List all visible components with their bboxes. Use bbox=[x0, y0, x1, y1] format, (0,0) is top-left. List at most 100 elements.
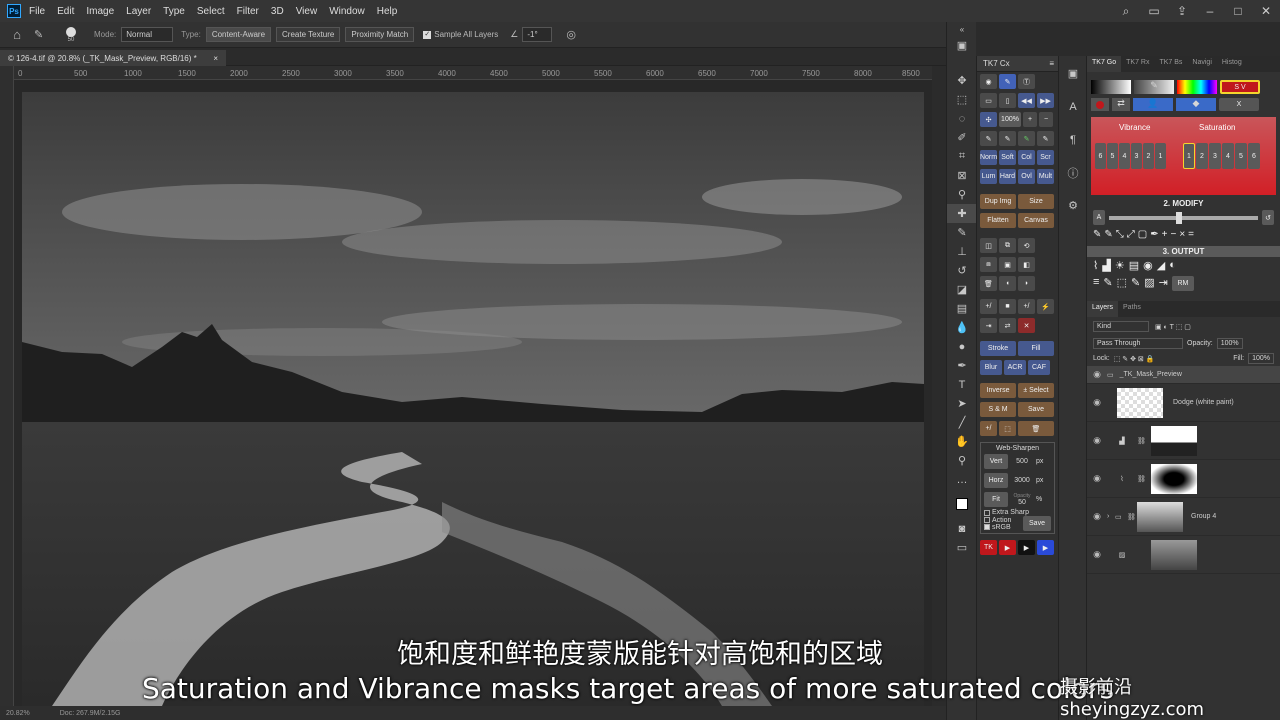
layer-row[interactable]: ◉ ▭ _TK_Mask_Preview bbox=[1087, 366, 1280, 384]
minimize-icon[interactable]: – bbox=[1196, 4, 1224, 18]
tk-button[interactable]: TK bbox=[980, 540, 997, 555]
contract-icon[interactable]: ⤢ bbox=[1127, 229, 1135, 240]
camera-icon[interactable]: ◉ bbox=[1143, 259, 1153, 272]
x-button[interactable]: X bbox=[1219, 98, 1259, 111]
inverse-button[interactable]: Inverse bbox=[980, 383, 1016, 398]
gradient-tool-icon[interactable]: ▤ bbox=[947, 299, 977, 318]
history-icon[interactable]: ▣ bbox=[1059, 64, 1087, 83]
document-tab[interactable]: © 126-4.tif @ 20.8% (_TK_Mask_Preview, R… bbox=[0, 49, 226, 68]
blend-color-button[interactable]: Col bbox=[1018, 150, 1035, 165]
paint-icon[interactable]: ✎ bbox=[1103, 276, 1112, 291]
plus-minus-brush-icon[interactable]: +/ bbox=[1018, 299, 1035, 314]
close-tab-icon[interactable]: × bbox=[213, 54, 218, 63]
tk-logo-icon[interactable]: Ⓣ bbox=[1018, 74, 1035, 89]
properties-icon[interactable]: ⚙ bbox=[1059, 196, 1087, 215]
eye-icon[interactable]: ◉ bbox=[1087, 549, 1107, 560]
menu-file[interactable]: File bbox=[29, 6, 45, 17]
healing-brush-tool-icon[interactable]: ✚ bbox=[947, 204, 977, 223]
vibrance-4-button[interactable]: 4 bbox=[1119, 143, 1130, 169]
vert-button[interactable]: Vert bbox=[984, 454, 1008, 469]
brush-preset-picker[interactable]: 50 bbox=[56, 26, 86, 43]
vert-value[interactable]: 500 bbox=[1010, 458, 1034, 465]
color-swatches-icon[interactable] bbox=[947, 489, 977, 519]
minus-icon[interactable]: − bbox=[1039, 112, 1053, 127]
tab-navigator[interactable]: Navigi bbox=[1187, 56, 1216, 72]
eye-icon[interactable]: ◉ bbox=[1087, 397, 1107, 408]
fit-button[interactable]: Fit bbox=[984, 492, 1008, 507]
plus-select-button[interactable]: ± Select bbox=[1018, 383, 1054, 398]
tab-histogram[interactable]: Histog bbox=[1217, 56, 1247, 72]
expand-group-icon[interactable]: › bbox=[1107, 513, 1115, 520]
stamp-icon[interactable]: ▣ bbox=[999, 257, 1016, 272]
vibrance-6-button[interactable]: 6 bbox=[1095, 143, 1106, 169]
film-icon[interactable]: ▤ bbox=[1129, 259, 1139, 272]
lasso-tool-icon[interactable]: ◌ bbox=[947, 109, 977, 128]
canvas-button[interactable]: Canvas bbox=[1018, 213, 1054, 228]
delete-selection-icon[interactable]: 🗑 bbox=[1018, 421, 1054, 436]
angle-field[interactable]: -1° bbox=[522, 27, 553, 42]
opacity-value[interactable]: 50 bbox=[1018, 499, 1026, 506]
menu-view[interactable]: View bbox=[296, 6, 318, 17]
history-brush-tool-icon[interactable]: ↺ bbox=[947, 261, 977, 280]
menu-3d[interactable]: 3D bbox=[271, 6, 284, 17]
fill-value[interactable]: 100% bbox=[1248, 353, 1274, 364]
eye-icon[interactable]: ◉ bbox=[1087, 369, 1107, 380]
menu-filter[interactable]: Filter bbox=[237, 6, 259, 17]
tab-tk7-bs[interactable]: TK7 Bs bbox=[1154, 56, 1187, 72]
group-icon[interactable]: ◖ bbox=[999, 276, 1016, 291]
line-tool-icon[interactable]: ╱ bbox=[947, 413, 977, 432]
blend-luminosity-button[interactable]: Lum bbox=[980, 169, 997, 184]
frame-icon[interactable]: ▢ bbox=[1138, 229, 1147, 240]
quick-select-tool-icon[interactable]: ✐ bbox=[947, 128, 977, 147]
a-button[interactable]: A bbox=[1093, 210, 1105, 225]
paint-black-icon[interactable]: ✎ bbox=[1131, 276, 1140, 291]
frame-tool-icon[interactable]: ⊠ bbox=[947, 166, 977, 185]
opacity-value[interactable]: 100% bbox=[1216, 338, 1243, 349]
vibrance-2-button[interactable]: 2 bbox=[1143, 143, 1154, 169]
acr-button[interactable]: ACR bbox=[1004, 360, 1026, 375]
workspace-icon[interactable]: ▭ bbox=[1140, 4, 1168, 18]
dodge-tool-icon[interactable]: ● bbox=[947, 337, 977, 356]
blend-mode-select[interactable]: Pass Through bbox=[1093, 338, 1183, 349]
extra-sharp-checkbox[interactable]: Extra Sharp bbox=[984, 509, 1051, 516]
size-button[interactable]: Size bbox=[1018, 194, 1054, 209]
brush-grey-icon[interactable]: ✎ bbox=[1037, 131, 1054, 146]
half-circle-icon[interactable]: ◐ bbox=[1169, 259, 1176, 272]
layers-stack-icon[interactable]: ◆ bbox=[1176, 98, 1216, 111]
tab-layers[interactable]: Layers bbox=[1087, 301, 1119, 317]
folder-icon[interactable]: ▭ bbox=[980, 93, 997, 108]
merge-icon[interactable]: ⧈ bbox=[980, 257, 997, 272]
pen-tool-icon[interactable]: ✒ bbox=[947, 356, 977, 375]
plus-minus-icon[interactable]: +/ bbox=[980, 299, 997, 314]
saturation-2-button[interactable]: 2 bbox=[1196, 143, 1208, 169]
dup-img-button[interactable]: Dup Img bbox=[980, 194, 1016, 209]
lock-icons[interactable]: ⬚ ✎ ✥ ⊠ 🔒 bbox=[1114, 355, 1155, 363]
panel-toggle-icon[interactable]: ▣ bbox=[947, 36, 977, 55]
play-black-icon[interactable]: ▶ bbox=[1018, 540, 1035, 555]
blend-soft-button[interactable]: Soft bbox=[999, 150, 1016, 165]
selection-icon[interactable]: ⬚ bbox=[999, 421, 1016, 436]
expand-icon[interactable]: ⤡ bbox=[1116, 229, 1124, 240]
pressure-icon[interactable]: ◎ bbox=[566, 28, 576, 41]
pen-icon[interactable]: ✒ bbox=[1150, 229, 1158, 240]
zoom-level[interactable]: 20.82% bbox=[6, 710, 30, 717]
share-icon[interactable]: ⇪ bbox=[1168, 4, 1196, 18]
blur-tool-icon[interactable]: 💧 bbox=[947, 318, 977, 337]
layer-icon[interactable]: ◫ bbox=[980, 238, 997, 253]
close-icon[interactable]: ✕ bbox=[1252, 4, 1280, 18]
menu-type[interactable]: Type bbox=[163, 6, 185, 17]
content-aware-button[interactable]: Content-Aware bbox=[205, 27, 272, 42]
copy-layer-icon[interactable]: ⧉ bbox=[999, 238, 1016, 253]
eye-icon[interactable]: ◉ bbox=[1087, 473, 1107, 484]
menu-help[interactable]: Help bbox=[377, 6, 398, 17]
user-icon[interactable]: 👤 bbox=[1133, 98, 1173, 111]
home-icon[interactable]: ⌂ bbox=[0, 27, 34, 42]
horz-button[interactable]: Horz bbox=[984, 473, 1008, 488]
mode-select[interactable]: Normal bbox=[121, 27, 174, 42]
luminosity-gradient-icon[interactable] bbox=[1091, 80, 1131, 94]
color-range-icon[interactable] bbox=[1177, 80, 1217, 94]
ungroup-icon[interactable]: ◗ bbox=[1018, 276, 1035, 291]
s-and-m-button[interactable]: S & M bbox=[980, 402, 1016, 417]
flatten-button[interactable]: Flatten bbox=[980, 213, 1016, 228]
maximize-icon[interactable]: □ bbox=[1224, 4, 1252, 18]
